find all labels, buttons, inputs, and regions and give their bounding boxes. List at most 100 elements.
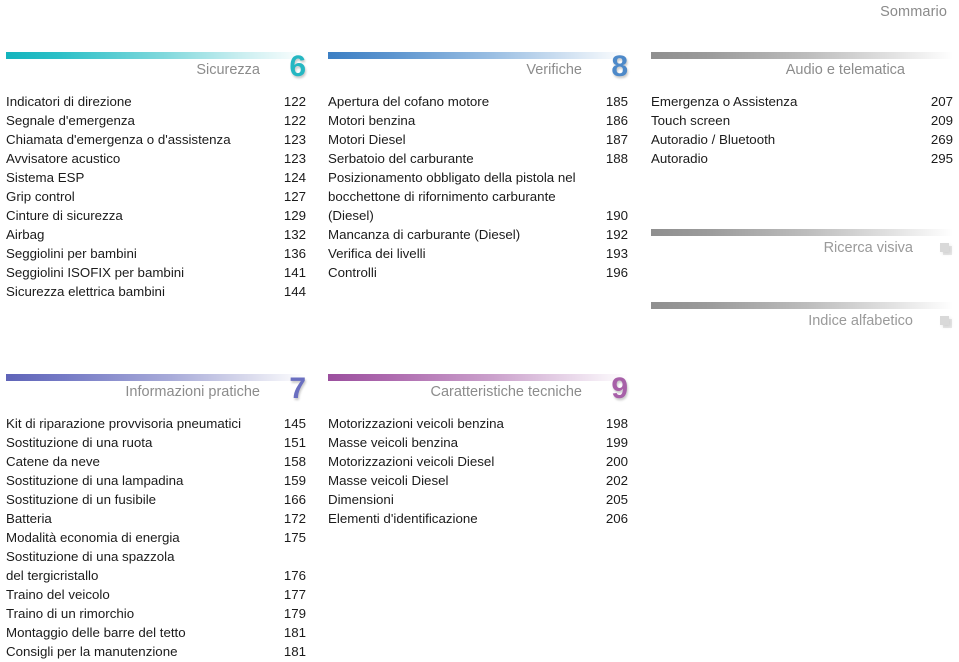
toc-row[interactable]: Seggiolini per bambini 136 xyxy=(6,244,306,263)
toc-row[interactable]: Traino del veicolo 177 xyxy=(6,585,306,604)
toc-row[interactable]: Indicatori di direzione 122 xyxy=(6,92,306,111)
toc-row[interactable]: Cinture di sicurezza 129 xyxy=(6,206,306,225)
toc-row[interactable]: Sistema ESP 124 xyxy=(6,168,306,187)
toc-row[interactable]: Motori Diesel 187 xyxy=(328,130,628,149)
toc-row[interactable]: Sostituzione di una spazzola del tergicr… xyxy=(6,547,306,585)
toc-label: Modalità economia di energia xyxy=(6,530,180,545)
toc-page: 123 xyxy=(283,151,306,166)
link-header-ricerca[interactable]: Ricerca visiva xyxy=(651,237,953,267)
toc-row[interactable]: Serbatoio del carburante 188 xyxy=(328,149,628,168)
toc-row[interactable]: Traino di un rimorchio 179 xyxy=(6,604,306,623)
toc-row[interactable]: Avvisatore acustico 123 xyxy=(6,149,306,168)
toc-row[interactable]: Posizionamento obbligato della pistola n… xyxy=(328,168,628,225)
section-sicurezza: Sicurezza 6 Indicatori di direzione 122 S… xyxy=(6,52,306,301)
section-number-informazioni: 7 xyxy=(289,372,306,405)
toc-label: Traino di un rimorchio xyxy=(6,606,135,621)
toc-page: 177 xyxy=(283,587,306,602)
toc-label: Seggiolini per bambini xyxy=(6,246,137,261)
toc-row[interactable]: Elementi d'identificazione 206 xyxy=(328,509,628,528)
toc-row[interactable]: Sostituzione di un fusibile 166 xyxy=(6,490,306,509)
section-header-informazioni: Informazioni pratiche 7 xyxy=(6,374,306,412)
toc-page: 136 xyxy=(283,246,306,261)
toc-page: 123 xyxy=(283,132,306,147)
toc-page: 158 xyxy=(283,454,306,469)
toc-row[interactable]: Seggiolini ISOFIX per bambini 141 xyxy=(6,263,306,282)
toc-row[interactable]: Chiamata d'emergenza o d'assistenza 123 xyxy=(6,130,306,149)
toc-label: Kit di riparazione provvisoria pneumatic… xyxy=(6,416,242,431)
toc-row[interactable]: Motorizzazioni veicoli Diesel 200 xyxy=(328,452,628,471)
section-caratteristiche-tecniche: Caratteristiche tecniche 9 Motorizzazion… xyxy=(328,374,628,528)
toc-label: Dimensioni xyxy=(328,492,394,507)
toc-label: Sistema ESP xyxy=(6,170,85,185)
toc-row[interactable]: Mancanza di carburante (Diesel) 192 xyxy=(328,225,628,244)
toc-label: Avvisatore acustico xyxy=(6,151,121,166)
toc-row[interactable]: Verifica dei livelli 193 xyxy=(328,244,628,263)
toc-page: 181 xyxy=(283,625,306,640)
toc-label: Motori Diesel xyxy=(328,132,406,147)
toc-row[interactable]: Autoradio / Bluetooth 269 xyxy=(651,130,953,149)
toc-page: 188 xyxy=(605,151,628,166)
toc-page: 207 xyxy=(930,94,953,109)
toc-page: 166 xyxy=(283,492,306,507)
toc-row[interactable]: Motori benzina 186 xyxy=(328,111,628,130)
section-number-caratteristiche: 9 xyxy=(611,372,628,405)
toc-page: 176 xyxy=(283,568,306,583)
link-indice-alfabetico[interactable]: Indice alfabetico xyxy=(651,302,953,340)
toc-row[interactable]: Emergenza o Assistenza 207 xyxy=(651,92,953,111)
toc-row[interactable]: Controlli 196 xyxy=(328,263,628,282)
toc-row[interactable]: Apertura del cofano motore 185 xyxy=(328,92,628,111)
toc-row[interactable]: Catene da neve 158 xyxy=(6,452,306,471)
toc-row[interactable]: Grip control 127 xyxy=(6,187,306,206)
running-head: Sommario xyxy=(880,4,947,20)
toc-row[interactable]: Sicurezza elettrica bambini 144 xyxy=(6,282,306,301)
toc-page: 122 xyxy=(283,94,306,109)
toc-page: 205 xyxy=(605,492,628,507)
toc-label: Motori benzina xyxy=(328,113,416,128)
toc-row[interactable]: Touch screen 209 xyxy=(651,111,953,130)
toc-row[interactable]: Sostituzione di una ruota 151 xyxy=(6,433,306,452)
toc-row[interactable]: Segnale d'emergenza 122 xyxy=(6,111,306,130)
toc-list-audio: Emergenza o Assistenza 207 Touch screen 20… xyxy=(651,92,953,168)
toc-row[interactable]: Masse veicoli Diesel 202 xyxy=(328,471,628,490)
toc-label: Motorizzazioni veicoli Diesel xyxy=(328,454,495,469)
toc-label: Verifica dei livelli xyxy=(328,246,426,261)
toc-list-caratteristiche: Motorizzazioni veicoli benzina 198 Masse … xyxy=(328,414,628,528)
toc-row[interactable]: Autoradio 295 xyxy=(651,149,953,168)
toc-page: 269 xyxy=(930,132,953,147)
toc-label: Montaggio delle barre del tetto xyxy=(6,625,186,640)
toc-label: Sostituzione di una ruota xyxy=(6,435,153,450)
section-title-sicurezza: Sicurezza xyxy=(196,62,260,78)
toc-label: Masse veicoli Diesel xyxy=(328,473,449,488)
toc-label: Cinture di sicurezza xyxy=(6,208,123,223)
link-ricerca-visiva[interactable]: Ricerca visiva xyxy=(651,229,953,267)
toc-list-verifiche: Apertura del cofano motore 185 Motori ben… xyxy=(328,92,628,282)
toc-row[interactable]: Batteria 172 xyxy=(6,509,306,528)
toc-row[interactable]: Airbag 132 xyxy=(6,225,306,244)
toc-row[interactable]: Modalità economia di energia 175 xyxy=(6,528,306,547)
toc-page: Sommario Sicurezza 6 Indicatori di direz… xyxy=(0,0,959,662)
toc-row[interactable]: Dimensioni 205 xyxy=(328,490,628,509)
toc-page: 196 xyxy=(605,265,628,280)
toc-label: Touch screen xyxy=(651,113,731,128)
toc-page: 202 xyxy=(605,473,628,488)
toc-row[interactable]: Masse veicoli benzina 199 xyxy=(328,433,628,452)
section-rule-informazioni xyxy=(6,374,306,381)
toc-row[interactable]: Sostituzione di una lampadina 159 xyxy=(6,471,306,490)
section-rule-verifiche xyxy=(328,52,628,59)
toc-row[interactable]: Kit di riparazione provvisoria pneumatic… xyxy=(6,414,306,433)
link-header-indice[interactable]: Indice alfabetico xyxy=(651,310,953,340)
toc-page: 179 xyxy=(283,606,306,621)
toc-list-sicurezza: Indicatori di direzione 122 Segnale d'eme… xyxy=(6,92,306,301)
toc-label: Sostituzione di un fusibile xyxy=(6,492,157,507)
link-title-ricerca: Ricerca visiva xyxy=(823,240,913,256)
toc-label: Autoradio / Bluetooth xyxy=(651,132,776,147)
toc-label: Elementi d'identificazione xyxy=(328,511,478,526)
section-rule-sicurezza xyxy=(6,52,306,59)
toc-row[interactable]: Montaggio delle barre del tetto 181 xyxy=(6,623,306,642)
toc-label: Posizionamento obbligato della pistola n… xyxy=(328,170,576,223)
section-rule-audio xyxy=(651,52,953,59)
toc-row[interactable]: Motorizzazioni veicoli benzina 198 xyxy=(328,414,628,433)
toc-page: 209 xyxy=(930,113,953,128)
section-header-sicurezza: Sicurezza 6 xyxy=(6,52,306,90)
toc-row[interactable]: Consigli per la manutenzione 181 xyxy=(6,642,306,661)
